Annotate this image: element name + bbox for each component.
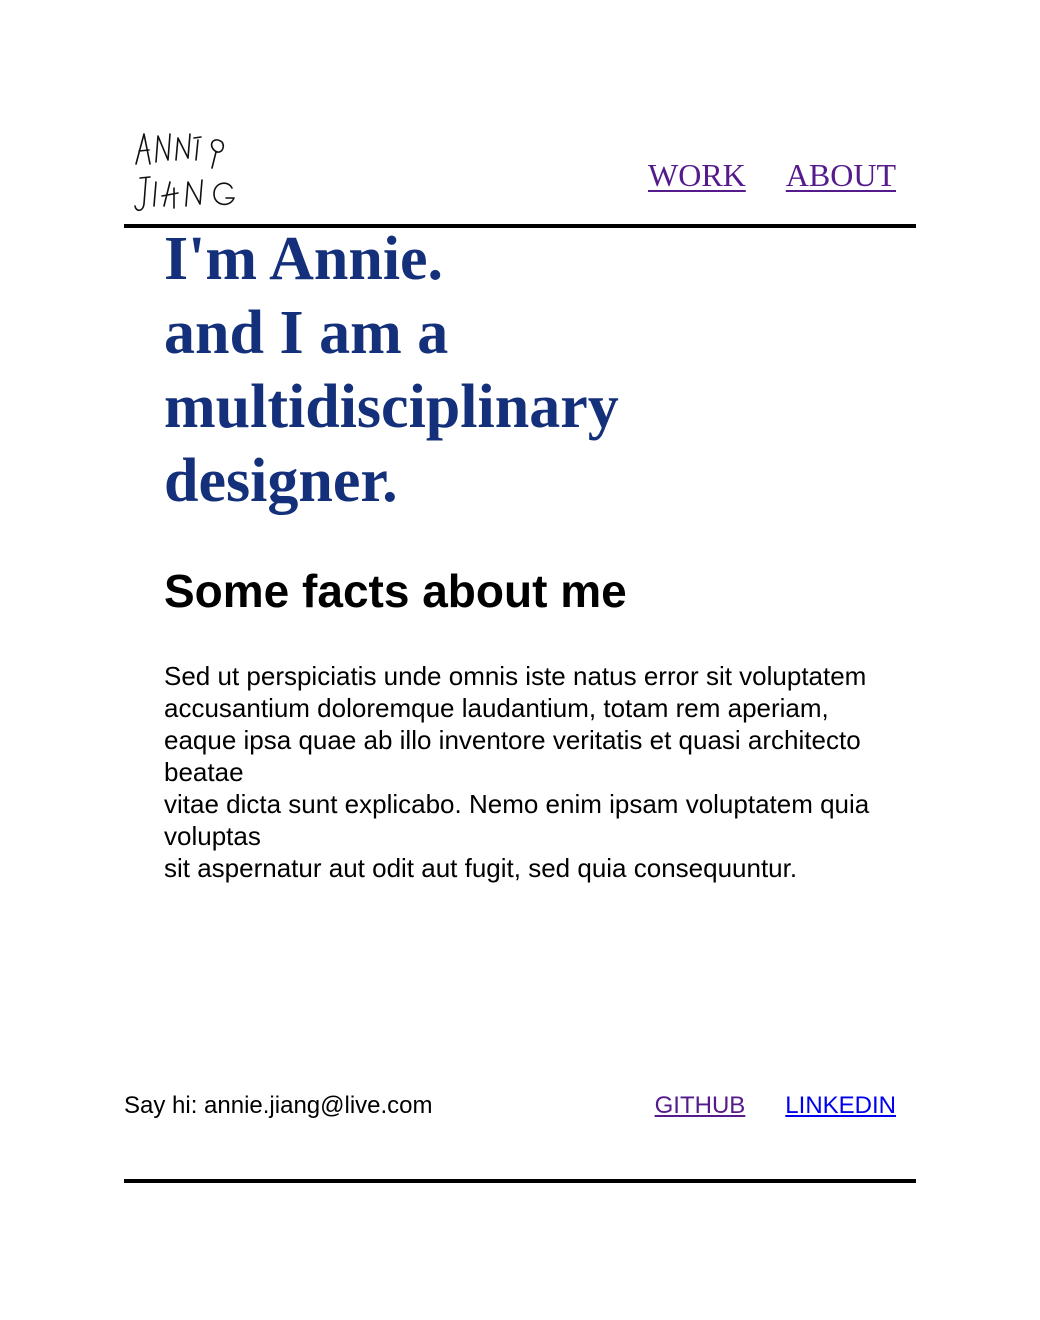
nav-link-work[interactable]: WORK bbox=[648, 156, 746, 194]
facts-line: eaque ipsa quae ab illo inventore verita… bbox=[164, 725, 861, 787]
contact-email: Say hi: annie.jiang@live.com bbox=[124, 1092, 433, 1119]
hero-line: designer. bbox=[164, 447, 398, 515]
linkedin-link[interactable]: LINKEDIN bbox=[785, 1091, 896, 1121]
facts-title: Some facts about me bbox=[164, 565, 627, 617]
facts-line: Sed ut perspiciatis unde omnis iste natu… bbox=[164, 661, 867, 723]
hero-line: and I am a bbox=[164, 299, 449, 367]
facts-paragraph: Sed ut perspiciatis unde omnis iste natu… bbox=[164, 660, 884, 884]
github-link[interactable]: GITHUB bbox=[655, 1091, 746, 1121]
social-links: GITHUB LINKEDIN bbox=[655, 1091, 896, 1121]
logo[interactable] bbox=[130, 126, 248, 218]
facts-line: vitae dicta sunt explicabo. Nemo enim ip… bbox=[164, 789, 870, 851]
nav-link-about[interactable]: ABOUT bbox=[786, 156, 896, 194]
annie-jiang-signature-logo bbox=[134, 133, 235, 212]
footer-divider bbox=[124, 1179, 916, 1183]
hero-line: I'm Annie. bbox=[164, 225, 444, 293]
hero-heading: I'm Annie. and I am a multidisciplinary … bbox=[164, 222, 724, 518]
top-nav: WORK ABOUT bbox=[648, 156, 896, 194]
facts-line: sit aspernatur aut odit aut fugit, sed q… bbox=[164, 853, 798, 883]
hero-line: multidisciplinary bbox=[164, 373, 619, 441]
